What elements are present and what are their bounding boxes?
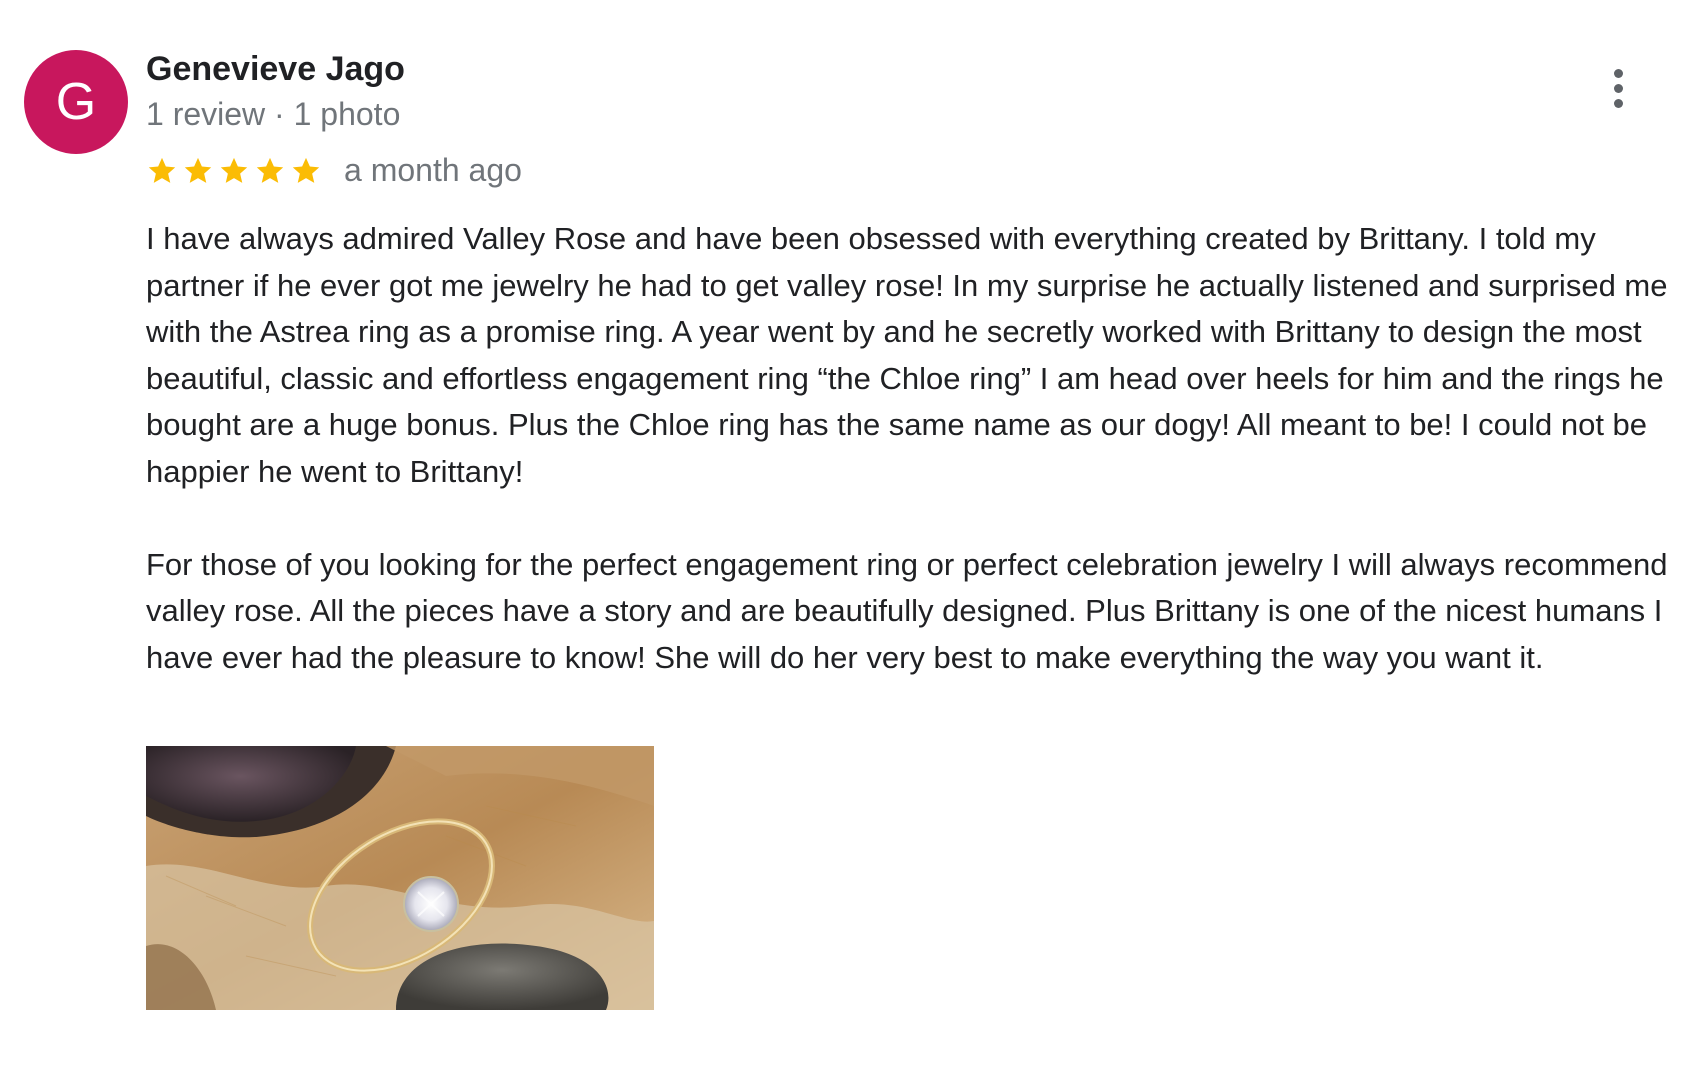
review-date: a month ago bbox=[344, 152, 522, 188]
ring-photo-image bbox=[146, 746, 654, 1010]
reviewer-name[interactable]: Genevieve Jago bbox=[146, 50, 405, 89]
avatar-letter: G bbox=[55, 73, 97, 131]
review-paragraph-2: For those of you looking for the perfect… bbox=[146, 546, 1668, 675]
star-icon bbox=[254, 155, 286, 187]
review-paragraph-1: I have always admired Valley Rose and ha… bbox=[146, 221, 1668, 489]
more-vert-icon bbox=[1613, 68, 1623, 108]
star-icon bbox=[146, 155, 178, 187]
reviewer-meta[interactable]: 1 review · 1 photo bbox=[146, 96, 400, 133]
review-card: G Genevieve Jago 1 review · 1 photo a mo… bbox=[0, 0, 1700, 1080]
reviewer-avatar[interactable]: G bbox=[24, 50, 128, 154]
star-icon bbox=[218, 155, 250, 187]
review-photo[interactable] bbox=[146, 746, 654, 1010]
more-options-button[interactable] bbox=[1594, 60, 1642, 116]
star-icon bbox=[290, 155, 322, 187]
star-icon bbox=[182, 155, 214, 187]
review-text: I have always admired Valley Rose and ha… bbox=[146, 216, 1686, 681]
rating-row: a month ago bbox=[146, 152, 522, 189]
star-rating bbox=[146, 155, 322, 187]
